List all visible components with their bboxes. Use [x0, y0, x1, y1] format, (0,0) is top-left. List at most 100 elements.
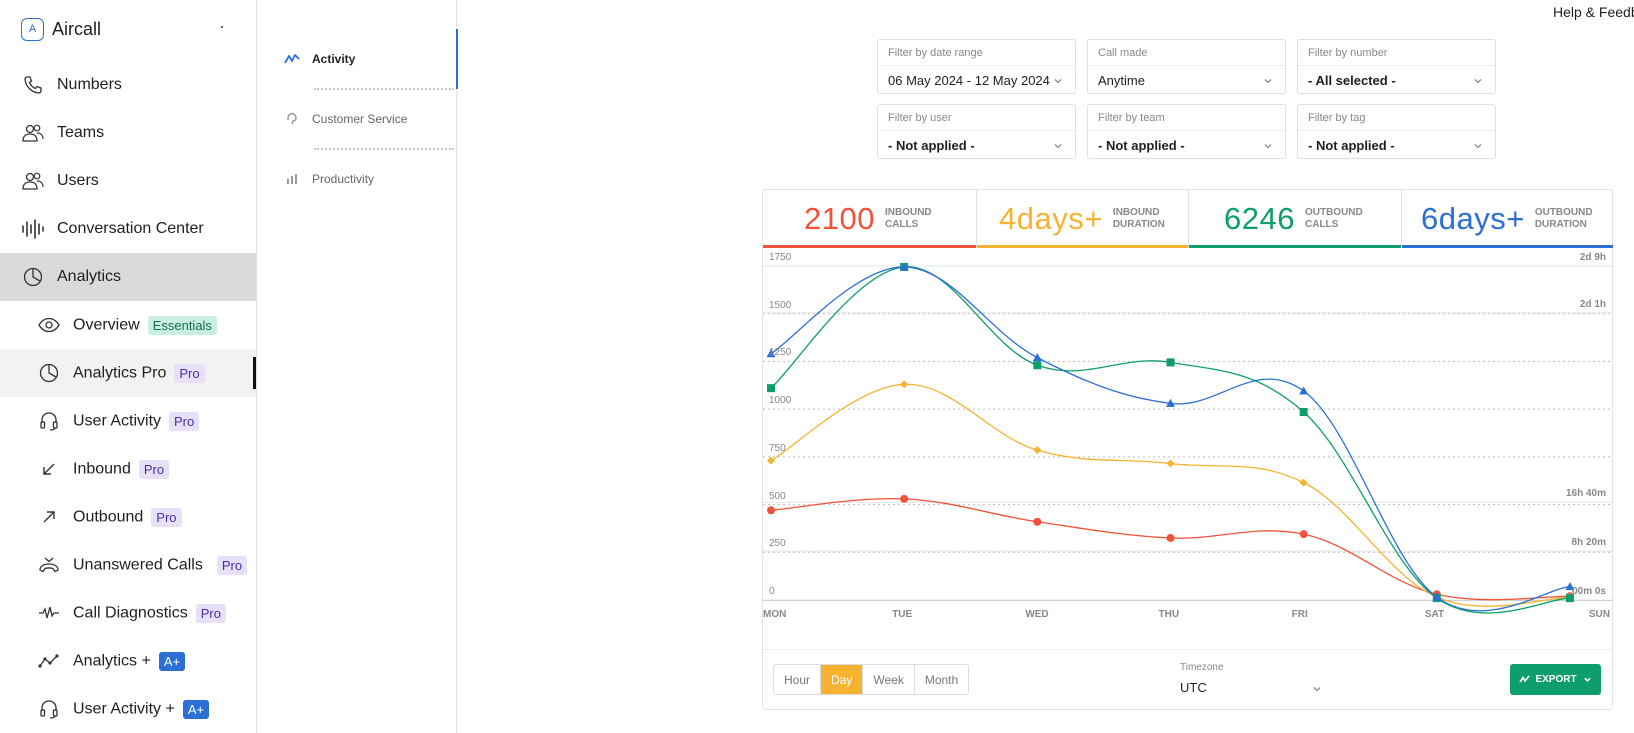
- help-feedback-link[interactable]: Help & Feedb: [1553, 4, 1634, 20]
- subnav-item-customer-service[interactable]: Customer Service: [257, 89, 457, 149]
- sidebar-subitem-user-activity[interactable]: User Activity Pro: [0, 397, 256, 445]
- chevron-down-icon: [1264, 144, 1272, 149]
- y-tick-label: 750: [769, 442, 786, 454]
- chevron-down-icon: [1474, 144, 1482, 149]
- data-point[interactable]: [1033, 517, 1042, 526]
- waveform-icon: [21, 217, 45, 241]
- sidebar-subitem-label: Analytics + A+: [73, 651, 186, 671]
- data-point[interactable]: [1166, 533, 1175, 542]
- activity-icon: [1519, 675, 1531, 683]
- data-point[interactable]: [1166, 358, 1175, 367]
- data-point[interactable]: [1299, 408, 1308, 417]
- export-label: EXPORT: [1535, 674, 1577, 685]
- kpi-inbound-calls[interactable]: 2100 INBOUND CALLS: [763, 190, 977, 248]
- filter-date-range[interactable]: Filter by date range 06 May 2024 - 12 Ma…: [877, 39, 1076, 94]
- data-point[interactable]: [1032, 353, 1042, 362]
- subnav-item-label: Customer Service: [312, 112, 408, 126]
- sidebar-subitem-analytics-pro[interactable]: Analytics Pro Pro: [0, 349, 256, 397]
- data-point[interactable]: [1299, 386, 1309, 395]
- kpi-label-line: CALLS: [1304, 219, 1339, 230]
- sidebar-item-label: Analytics: [57, 268, 122, 285]
- subitem-text: User Activity: [73, 412, 162, 430]
- filter-tag[interactable]: Filter by tag - Not applied -: [1297, 104, 1496, 159]
- data-point[interactable]: [1033, 361, 1042, 370]
- data-point[interactable]: [900, 380, 909, 389]
- data-point[interactable]: [1299, 530, 1308, 539]
- x-tick-label: SAT: [1424, 609, 1445, 620]
- filter-divider: [878, 130, 1075, 131]
- sidebar-subitem-outbound[interactable]: Outbound Pro: [0, 493, 256, 541]
- aircall-logo-icon: A: [21, 17, 44, 41]
- subnav-item-activity[interactable]: Activity: [257, 29, 458, 89]
- sidebar-item-label: Numbers: [57, 76, 122, 93]
- sidebar-item-users[interactable]: Users: [0, 157, 256, 205]
- series-line-2: [770, 266, 1571, 614]
- kpi-label-line: DURATION: [1534, 219, 1587, 230]
- data-point[interactable]: [767, 456, 775, 465]
- sidebar-subitem-user-activity-plus[interactable]: User Activity + A+: [0, 685, 256, 733]
- sidebar-subitem-unanswered-calls[interactable]: Unanswered Calls Pro: [0, 541, 256, 589]
- kpi-inbound-duration[interactable]: 4days+ INBOUND DURATION: [977, 190, 1189, 248]
- data-point[interactable]: [767, 506, 775, 515]
- aplus-badge: A+: [158, 651, 186, 671]
- granularity-hour-button[interactable]: Hour: [774, 665, 822, 694]
- pro-badge: Pro: [169, 411, 200, 431]
- data-point[interactable]: [1299, 478, 1308, 487]
- filter-team[interactable]: Filter by team - Not applied -: [1087, 104, 1286, 159]
- filter-user[interactable]: Filter by user - Not applied -: [877, 104, 1076, 159]
- essentials-badge: Essentials: [147, 315, 217, 335]
- kpi-outbound-duration[interactable]: 6days+ OUTBOUND DURATION: [1402, 190, 1613, 248]
- sidebar-item-conversation-center[interactable]: Conversation Center: [0, 205, 256, 253]
- granularity-month-button[interactable]: Month: [915, 665, 968, 694]
- sidebar-subitem-overview[interactable]: Overview Essentials: [0, 301, 256, 349]
- sidebar-subitem-label: Overview Essentials: [73, 315, 217, 335]
- data-point[interactable]: [1166, 459, 1175, 468]
- x-tick-label: MON: [763, 609, 787, 620]
- sidebar-item-numbers[interactable]: Numbers: [0, 61, 256, 109]
- subnav-item-productivity[interactable]: Productivity: [257, 149, 457, 209]
- filter-label: Filter by number: [1308, 47, 1388, 59]
- data-point[interactable]: [767, 384, 775, 393]
- granularity-day-button[interactable]: Day: [821, 665, 864, 694]
- kpi-label: INBOUND CALLS: [885, 207, 932, 231]
- subnav-item-label: Productivity: [312, 172, 375, 186]
- kpi-label: OUTBOUND DURATION: [1535, 207, 1593, 231]
- pie-chart-icon: [21, 265, 45, 289]
- filter-number[interactable]: Filter by number - All selected -: [1297, 39, 1496, 94]
- sidebar-subitem-inbound[interactable]: Inbound Pro: [0, 445, 256, 493]
- granularity-week-button[interactable]: Week: [863, 665, 915, 694]
- timezone-label: Timezone: [1180, 662, 1224, 673]
- kpi-label-line: INBOUND: [884, 207, 932, 218]
- filter-call-made[interactable]: Call made Anytime: [1087, 39, 1286, 94]
- sidebar-item-analytics[interactable]: Analytics: [0, 253, 256, 301]
- filter-label: Filter by team: [1098, 112, 1165, 124]
- sidebar-subitem-analytics-plus[interactable]: Analytics + A+: [0, 637, 256, 685]
- teams-icon: [21, 121, 45, 145]
- timezone-select[interactable]: UTC: [1180, 680, 1207, 695]
- pro-badge: Pro: [138, 459, 170, 479]
- x-tick-label: TUE: [892, 609, 913, 620]
- export-button[interactable]: EXPORT: [1510, 664, 1601, 695]
- kpi-outbound-calls[interactable]: 6246 OUTBOUND CALLS: [1189, 190, 1402, 248]
- data-point[interactable]: [1033, 446, 1042, 455]
- sidebar-item-teams[interactable]: Teams: [0, 109, 256, 157]
- subnav-item-label: Activity: [312, 52, 356, 66]
- chevron-down-icon[interactable]: [1312, 684, 1322, 694]
- chevron-down-icon: [1264, 79, 1272, 84]
- filter-label: Call made: [1098, 47, 1148, 59]
- filter-value: - Not applied -: [888, 138, 975, 153]
- subitem-text: Call Diagnostics: [73, 604, 188, 622]
- phone-icon: [21, 73, 45, 97]
- sidebar-subitem-label: Analytics Pro Pro: [73, 363, 205, 383]
- y2-tick-label: 2d 1h: [1579, 298, 1606, 310]
- main-sidebar: A Aircall Numbers Teams Users Conversati…: [0, 0, 257, 733]
- analytics-subnav: Activity Customer Service Productivity: [257, 0, 458, 733]
- sidebar-subitem-call-diagnostics[interactable]: Call Diagnostics Pro: [0, 589, 256, 637]
- y2-tick-label: 2d 9h: [1579, 252, 1606, 263]
- sidebar-subitem-label: User Activity + A+: [73, 699, 210, 719]
- data-point[interactable]: [900, 494, 909, 503]
- series-line-0: [770, 497, 1571, 601]
- menu-dot-icon[interactable]: [221, 26, 223, 28]
- brand[interactable]: A Aircall: [21, 16, 101, 42]
- filter-divider: [1298, 65, 1495, 66]
